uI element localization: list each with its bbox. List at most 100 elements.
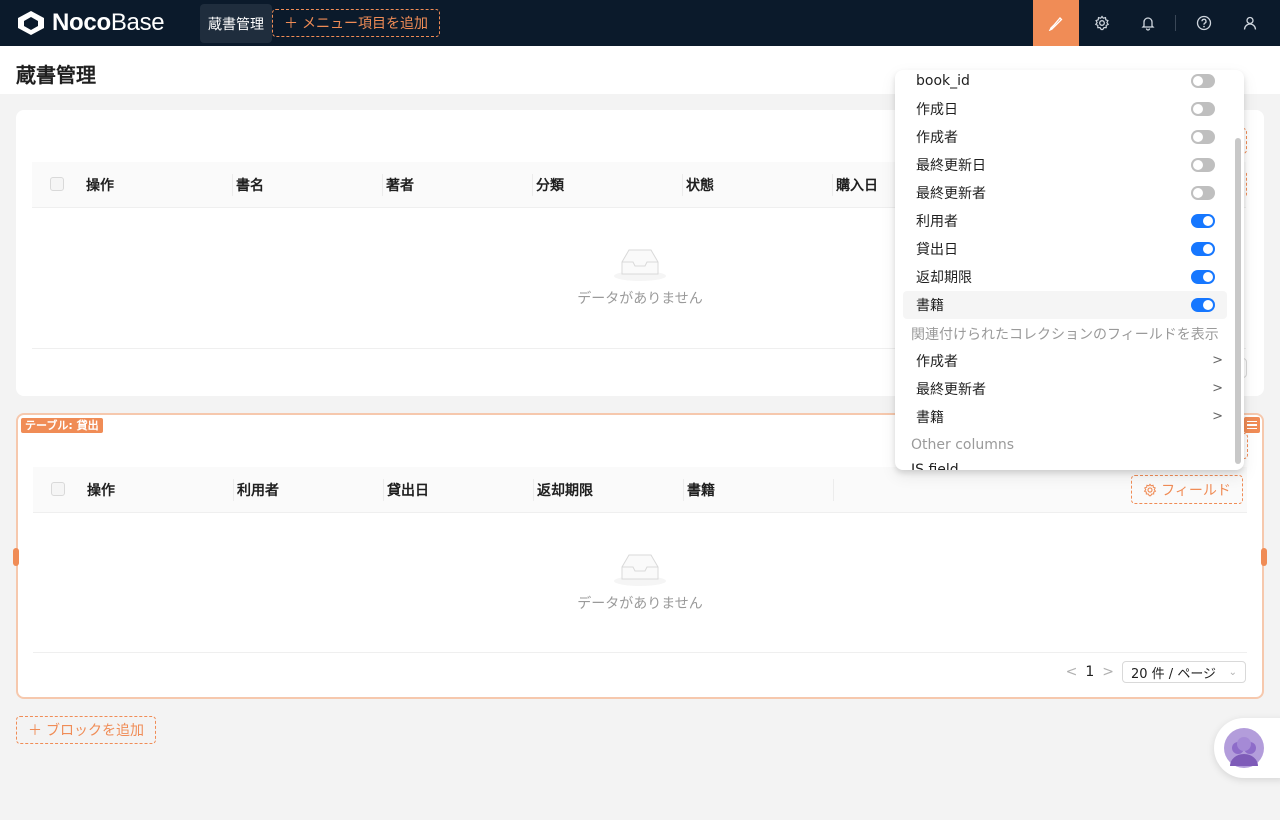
help-button[interactable] <box>1181 0 1227 46</box>
fields-button[interactable]: フィールド <box>1131 475 1243 504</box>
chevron-right-icon: > <box>1212 409 1223 424</box>
notifications-button[interactable] <box>1125 0 1171 46</box>
column-header[interactable]: 操作 <box>86 162 114 208</box>
switch-off[interactable] <box>1191 186 1215 200</box>
ai-assistant-button[interactable] <box>1214 718 1280 778</box>
assistant-avatar-icon <box>1230 737 1258 766</box>
other-columns-group-label: Other columns <box>911 437 1015 453</box>
related-field-submenu[interactable]: 書籍 > <box>903 403 1227 431</box>
column-header[interactable]: 購入日 <box>836 162 878 208</box>
chevron-down-icon: ⌄ <box>1228 666 1237 678</box>
switch-on[interactable] <box>1191 270 1215 284</box>
column-header[interactable]: 書名 <box>236 162 264 208</box>
question-circle-icon <box>1196 15 1212 31</box>
column-header[interactable]: 返却期限 <box>537 467 593 513</box>
column-separator <box>383 479 384 501</box>
dropdown-scrollbar[interactable] <box>1235 138 1241 464</box>
prev-page-icon[interactable]: < <box>1066 664 1078 680</box>
plus-icon: ＋ <box>284 16 298 32</box>
left-resize-handle[interactable] <box>13 548 19 566</box>
field-settings-dropdown: book_id 作成日 作成者 最終更新日 最終更新者 利用者 貸出日 返却期限… <box>895 70 1244 470</box>
nocobase-logo-icon <box>18 11 44 35</box>
bell-icon <box>1141 17 1155 31</box>
pagination: < 1 > 20 件 / ページ ⌄ <box>1066 661 1246 683</box>
page-title: 蔵書管理 <box>16 63 96 87</box>
logo-text-light: Base <box>110 9 165 36</box>
switch-off[interactable] <box>1191 130 1215 144</box>
brush-icon <box>1048 17 1063 31</box>
field-toggle-item[interactable]: 作成者 <box>903 123 1227 151</box>
empty-text: データがありません <box>577 596 703 612</box>
switch-on[interactable] <box>1191 242 1215 256</box>
column-separator <box>532 174 533 196</box>
logo-text-bold: Noco <box>52 9 111 36</box>
select-all-checkbox[interactable] <box>50 177 64 191</box>
field-toggle-item[interactable]: book_id <box>903 70 1227 95</box>
fields-button-label: フィールド <box>1161 482 1231 499</box>
column-separator <box>232 174 233 196</box>
empty-state: データがありません <box>16 549 1264 613</box>
switch-off[interactable] <box>1191 74 1215 88</box>
nocobase-logo[interactable]: NocoBase <box>16 9 165 37</box>
next-page-icon[interactable]: > <box>1102 664 1114 680</box>
column-header[interactable]: 利用者 <box>237 467 279 513</box>
column-header[interactable]: 書籍 <box>687 467 715 513</box>
gear-icon <box>1143 482 1157 496</box>
field-toggle-item[interactable]: 最終更新者 <box>903 179 1227 207</box>
field-toggle-item[interactable]: 利用者 <box>903 207 1227 235</box>
menu-item-book-management[interactable]: 蔵書管理 <box>200 4 272 43</box>
plus-icon: ＋ <box>28 723 42 739</box>
column-separator <box>833 479 834 501</box>
chevron-right-icon: > <box>1212 353 1223 368</box>
related-field-submenu[interactable]: 作成者 > <box>903 347 1227 375</box>
switch-on[interactable] <box>1191 298 1215 312</box>
page-size-value: 20 件 / ページ <box>1131 666 1217 682</box>
assistant-avatar <box>1224 728 1264 768</box>
navbar-divider <box>1175 15 1176 31</box>
switch-on[interactable] <box>1191 214 1215 228</box>
chevron-right-icon: > <box>1212 381 1223 396</box>
switch-off[interactable] <box>1191 158 1215 172</box>
user-menu-button[interactable] <box>1227 0 1273 46</box>
js-field-item[interactable]: JS field <box>911 462 959 470</box>
field-toggle-item[interactable]: 最終更新日 <box>903 151 1227 179</box>
field-toggle-item[interactable]: 書籍 <box>903 291 1227 319</box>
column-separator <box>233 479 234 501</box>
select-all-checkbox[interactable] <box>51 482 65 496</box>
block-settings-menu-icon[interactable] <box>1244 417 1260 433</box>
related-fields-group-label: 関連付けられたコレクションのフィールドを表示 <box>911 327 1219 343</box>
empty-inbox-icon <box>614 554 666 586</box>
empty-inbox-icon <box>614 249 666 281</box>
column-separator <box>683 479 684 501</box>
add-menu-item-button[interactable]: ＋ メニュー項目を追加 <box>272 9 440 37</box>
empty-text: データがありません <box>577 291 703 307</box>
table-header: 操作 利用者 貸出日 返却期限 書籍 フィールド <box>33 467 1247 513</box>
switch-off[interactable] <box>1191 102 1215 116</box>
settings-button[interactable] <box>1079 0 1125 46</box>
ui-editor-button[interactable] <box>1033 0 1079 46</box>
gear-icon <box>1094 15 1110 31</box>
add-block-button[interactable]: ＋ ブロックを追加 <box>16 716 156 744</box>
field-toggle-item[interactable]: 返却期限 <box>903 263 1227 291</box>
add-menu-item-label: メニュー項目を追加 <box>302 16 428 32</box>
column-separator <box>832 174 833 196</box>
top-navbar: NocoBase 蔵書管理 ＋ メニュー項目を追加 <box>0 0 1280 46</box>
column-header[interactable]: 著者 <box>386 162 414 208</box>
column-separator <box>682 174 683 196</box>
column-separator <box>382 174 383 196</box>
block-type-tag: テーブル: 貸出 <box>21 418 103 433</box>
column-header[interactable]: 状態 <box>686 162 714 208</box>
user-icon <box>1243 16 1257 30</box>
related-field-submenu[interactable]: 最終更新者 > <box>903 375 1227 403</box>
field-toggle-item[interactable]: 作成日 <box>903 95 1227 123</box>
field-toggle-item[interactable]: 貸出日 <box>903 235 1227 263</box>
page-size-select[interactable]: 20 件 / ページ ⌄ <box>1122 661 1246 683</box>
add-block-label: ブロックを追加 <box>46 723 144 739</box>
column-header[interactable]: 操作 <box>87 467 115 513</box>
right-resize-handle[interactable] <box>1261 548 1267 566</box>
column-separator <box>533 479 534 501</box>
current-page[interactable]: 1 <box>1085 664 1094 680</box>
column-header[interactable]: 分類 <box>536 162 564 208</box>
table-bottom-border <box>33 652 1247 653</box>
column-header[interactable]: 貸出日 <box>387 467 429 513</box>
